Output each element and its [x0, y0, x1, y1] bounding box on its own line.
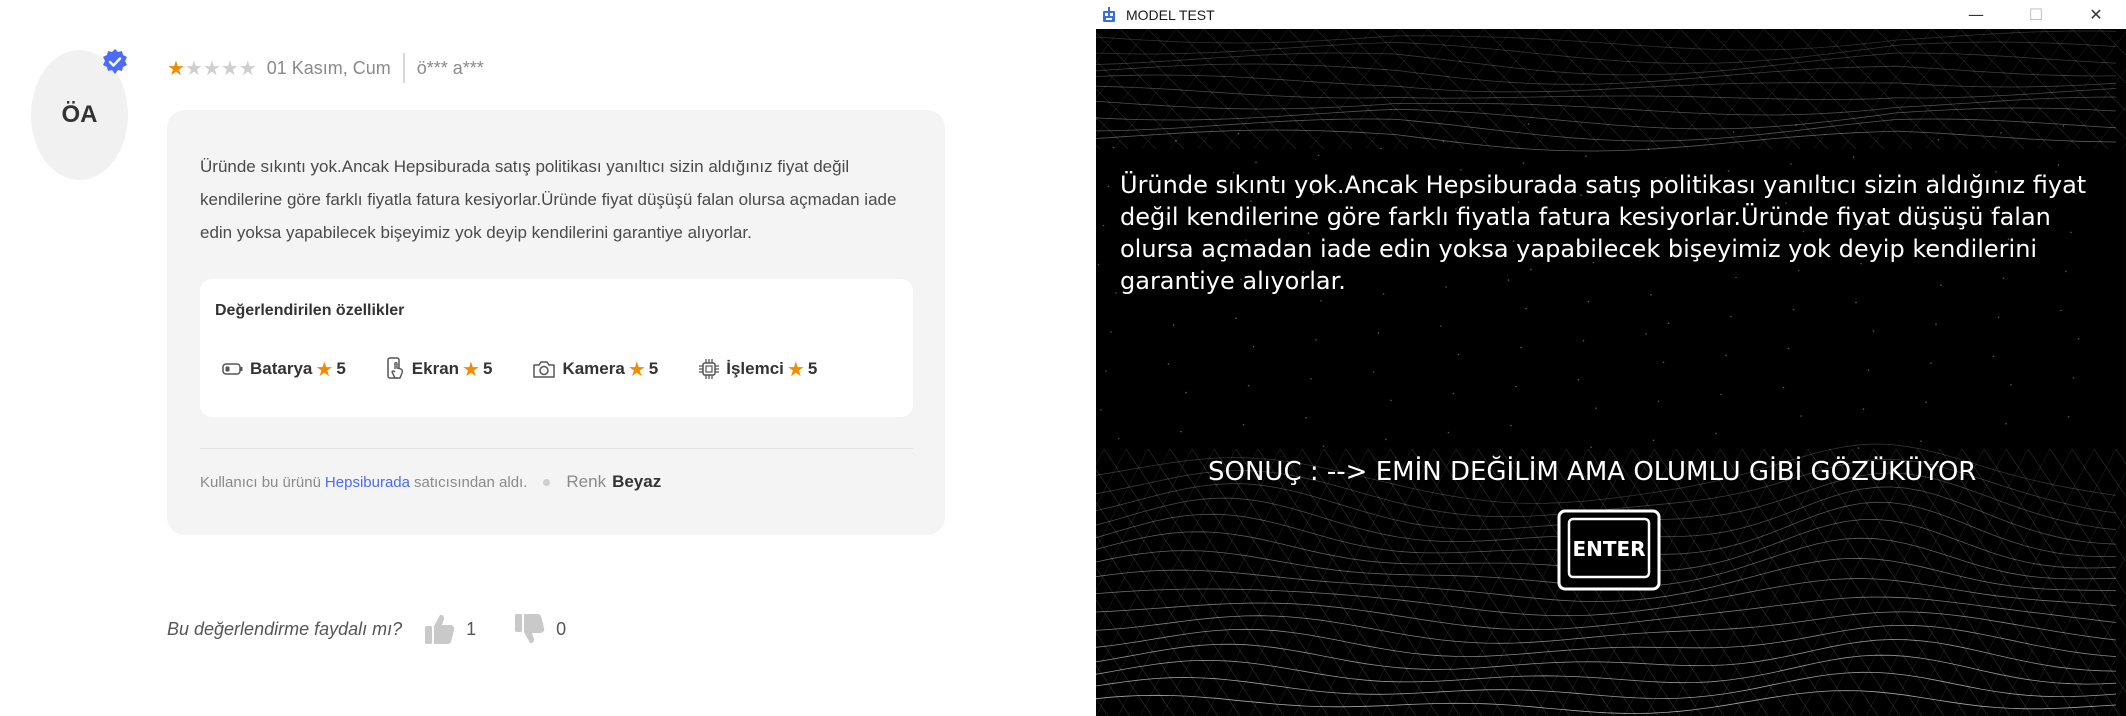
features-title: Değerlendirilen özellikler [215, 302, 405, 319]
app-canvas: Üründe sıkıntı yok.Ancak Hepsiburada sat… [1096, 29, 2126, 716]
input-review-text: Üründe sıkıntı yok.Ancak Hepsiburada sat… [1120, 171, 2087, 295]
enter-label: ENTER [1572, 537, 1645, 561]
close-button[interactable]: ✕ [2066, 0, 2126, 29]
bubble-divider [200, 448, 913, 449]
prediction-result: SONUÇ : --> EMİN DEĞİLİM AMA OLUMLU GİBİ… [1208, 457, 1977, 487]
seller-suffix: satıcısından aldı. [413, 473, 528, 491]
screen-touch-icon [387, 357, 403, 379]
meta-divider [402, 53, 405, 83]
variant-value: Beyaz [612, 472, 662, 491]
star-icon: ★ [462, 357, 480, 381]
star-empty-icon: ★ [184, 56, 203, 80]
minimize-button[interactable]: — [1946, 0, 2006, 29]
feature-name: Kamera [562, 359, 625, 378]
star-icon: ★ [786, 357, 805, 381]
variant-label: Renk [566, 472, 607, 491]
star-empty-icon: ★ [238, 56, 257, 80]
star-icon: ★ [315, 357, 334, 381]
thumbs-up-icon [425, 614, 455, 644]
camera-icon [533, 361, 556, 378]
review-username: ö*** a*** [416, 57, 484, 78]
review-date: 01 Kasım, Cum [266, 57, 391, 78]
helpful-question: Bu değerlendirme faydalı mı? [167, 618, 403, 639]
seller-info: Kullanıcı bu ürünü Hepsiburada satıcısın… [200, 472, 661, 492]
title-bar[interactable]: MODEL TEST — ☐ ✕ [1096, 0, 2126, 29]
battery-icon [222, 363, 243, 375]
processor-icon [699, 359, 720, 379]
feature-screen: Ekran ★ 5 [386, 357, 493, 381]
rating-stars: ★ ★ ★ ★ ★ [167, 58, 257, 78]
model-test-window: MODEL TEST — ☐ ✕ Üründe sıkıntı yok.Anca… [1096, 0, 2126, 716]
like-button[interactable]: 1 [424, 612, 476, 646]
dislike-count: 0 [556, 618, 567, 639]
avatar-initials: ÖA [61, 101, 98, 128]
feature-name: Ekran [411, 359, 460, 378]
enter-button[interactable]: ENTER [1557, 509, 1661, 591]
feature-name: Batarya [250, 359, 313, 378]
star-icon: ★ [627, 357, 646, 381]
review-comment: Üründe sıkıntı yok.Ancak Hepsiburada sat… [200, 157, 897, 242]
star-empty-icon: ★ [220, 56, 239, 80]
verified-badge-icon [103, 49, 127, 74]
dislike-button[interactable]: 0 [514, 612, 566, 646]
window-controls: — ☐ ✕ [1946, 0, 2126, 29]
feature-processor: İşlemci ★ 5 [698, 357, 817, 381]
review-card: ÖA ★ ★ ★ ★ ★ 01 Kasım, Cum ö*** a*** Üründe … [0, 0, 1096, 716]
review-meta: ★ ★ ★ ★ ★ 01 Kasım, Cum ö*** a*** [167, 53, 484, 83]
thumbs-down-icon [515, 614, 545, 644]
feature-value: 5 [336, 359, 346, 378]
like-count: 1 [466, 618, 477, 639]
app-icon [1103, 6, 1115, 22]
seller-link[interactable]: Hepsiburada [325, 474, 410, 491]
feature-battery: Batarya ★ 5 [222, 357, 346, 381]
feature-value: 5 [648, 359, 659, 378]
window-title: MODEL TEST [1126, 6, 1215, 23]
seller-prefix: Kullanıcı bu ürünü [200, 473, 321, 491]
feature-camera: Kamera ★ 5 [532, 357, 658, 381]
enter-key-icon: ENTER [1557, 509, 1661, 591]
separator-dot [543, 478, 551, 486]
feature-value: 5 [807, 359, 818, 378]
wireframe-terrain-background [1096, 29, 2126, 716]
star-filled-icon: ★ [167, 56, 185, 80]
review-bubble: Üründe sıkıntı yok.Ancak Hepsiburada sat… [167, 110, 945, 535]
star-empty-icon: ★ [202, 56, 221, 80]
features-row: Batarya ★ 5 Ekran ★ 5 Kamera ★ 5 İşlemci… [222, 357, 857, 381]
rated-features-box: Değerlendirilen özellikler Batarya ★ 5 E… [200, 279, 913, 417]
feature-value: 5 [482, 359, 493, 378]
maximize-button[interactable]: ☐ [2006, 0, 2066, 29]
helpful-row: Bu değerlendirme faydalı mı? 1 0 [167, 612, 604, 646]
feature-name: İşlemci [726, 359, 784, 378]
